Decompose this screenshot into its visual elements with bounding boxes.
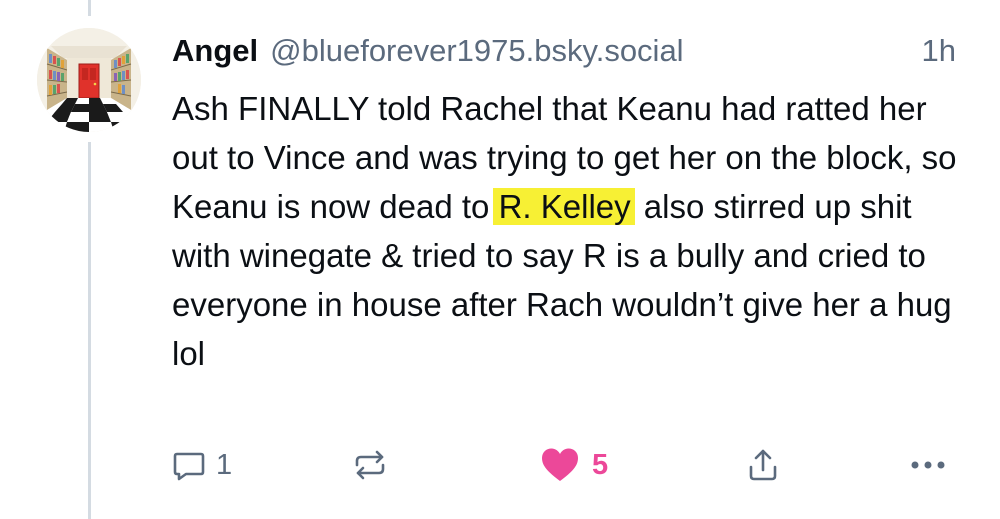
post-header: Angel @blueforever1975.bsky.social 1h (172, 26, 962, 76)
post-actions: 1 5 (170, 442, 960, 488)
author-name[interactable]: Angel (172, 33, 258, 69)
post-timestamp[interactable]: 1h (922, 33, 956, 69)
author-handle[interactable]: @blueforever1975.bsky.social (270, 33, 683, 69)
more-options-button[interactable] (910, 442, 946, 488)
thread-line (88, 142, 91, 519)
reply-icon (172, 448, 206, 482)
like-count: 5 (592, 448, 609, 481)
heart-icon (540, 447, 580, 483)
share-button[interactable] (746, 442, 780, 488)
reply-count: 1 (216, 448, 233, 481)
post[interactable]: Angel @blueforever1975.bsky.social 1h As… (0, 0, 1000, 519)
highlighted-text: R. Kelley (492, 188, 635, 225)
share-icon (746, 447, 780, 483)
thread-line (88, 0, 91, 16)
post-text: Ash FINALLY told Rachel that Keanu had r… (172, 84, 972, 378)
more-icon (910, 460, 946, 470)
avatar[interactable] (37, 28, 141, 132)
repost-button[interactable] (352, 442, 388, 488)
repost-icon (352, 448, 388, 482)
like-button[interactable]: 5 (540, 442, 608, 488)
avatar-image (37, 28, 141, 132)
reply-button[interactable]: 1 (172, 442, 232, 488)
